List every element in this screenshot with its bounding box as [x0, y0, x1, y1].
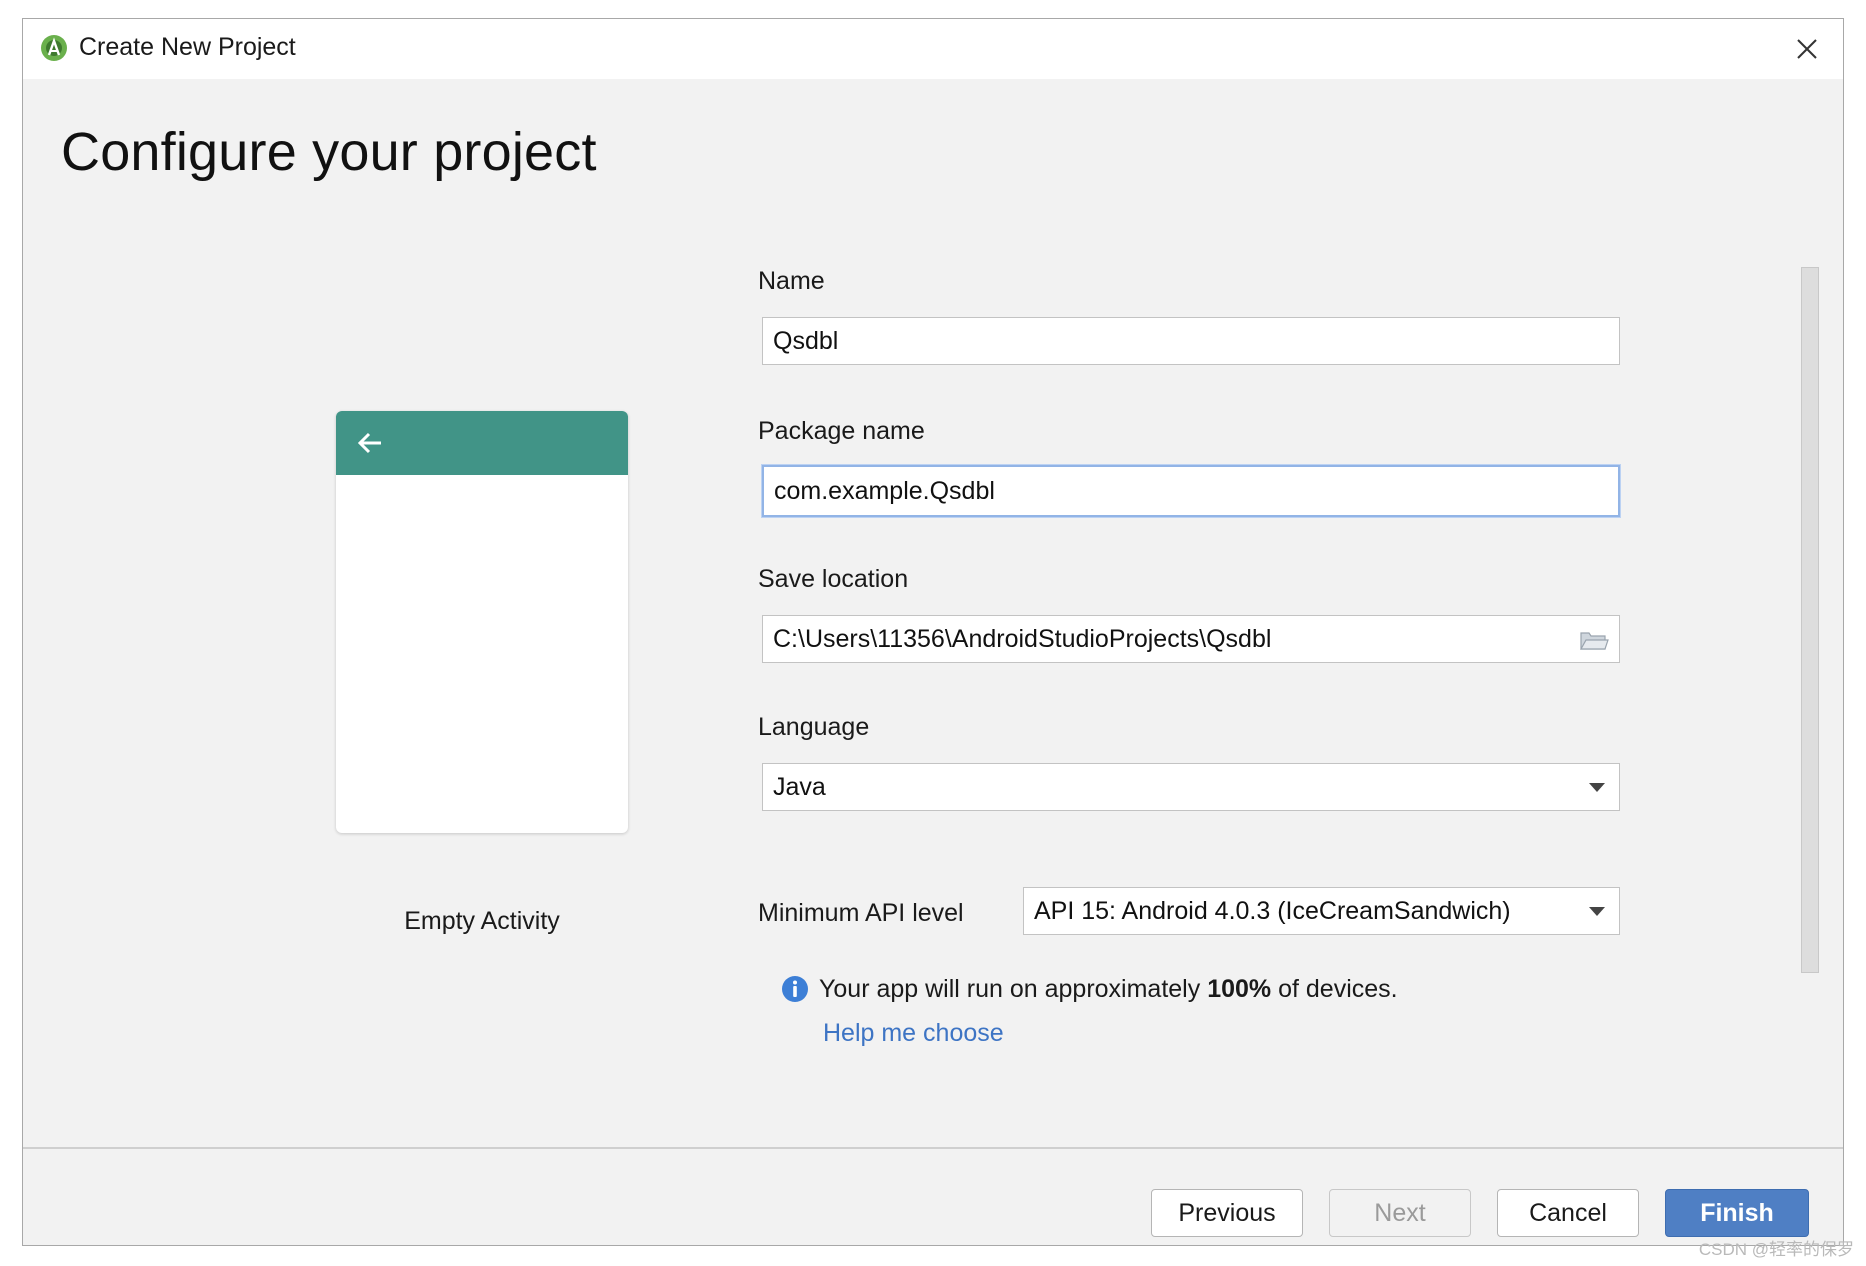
min-api-label: Minimum API level	[758, 899, 964, 927]
back-arrow-icon	[357, 432, 381, 454]
activity-preview	[336, 411, 628, 833]
chevron-down-icon	[1589, 907, 1605, 916]
info-icon	[782, 976, 808, 1002]
name-label: Name	[758, 267, 825, 295]
page-title: Configure your project	[61, 122, 597, 182]
finish-button[interactable]: Finish	[1665, 1189, 1809, 1237]
close-icon[interactable]	[1787, 29, 1827, 69]
name-field[interactable]: Qsdbl	[762, 317, 1620, 365]
package-name-value: com.example.Qsdbl	[774, 476, 995, 505]
folder-icon[interactable]	[1579, 628, 1609, 652]
language-label: Language	[758, 713, 870, 741]
package-name-label: Package name	[758, 417, 925, 445]
title-bar: Create New Project	[23, 19, 1843, 79]
coverage-suffix: of devices.	[1271, 975, 1398, 1003]
coverage-prefix: Your app will run on approximately	[819, 975, 1208, 1003]
language-value: Java	[773, 772, 826, 801]
coverage-percent: 100%	[1207, 975, 1272, 1003]
android-studio-icon	[41, 35, 67, 61]
min-api-value: API 15: Android 4.0.3 (IceCreamSandwich)	[1034, 896, 1511, 925]
chevron-down-icon	[1589, 783, 1605, 792]
watermark: CSDN @轻率的保罗	[1698, 1240, 1854, 1259]
preview-app-bar	[336, 411, 628, 475]
activity-caption: Empty Activity	[404, 907, 560, 935]
device-coverage-text: Your app will run on approximately 100% …	[819, 975, 1398, 1004]
previous-button[interactable]: Previous	[1151, 1189, 1303, 1237]
create-project-dialog: Create New Project Configure your projec…	[22, 18, 1844, 1246]
save-location-value: C:\Users\11356\AndroidStudioProjects\Qsd…	[773, 624, 1272, 653]
name-value: Qsdbl	[773, 326, 839, 355]
next-button[interactable]: Next	[1329, 1189, 1471, 1237]
footer-divider	[23, 1147, 1843, 1149]
help-me-choose-link[interactable]: Help me choose	[823, 1019, 1004, 1048]
save-location-field[interactable]: C:\Users\11356\AndroidStudioProjects\Qsd…	[762, 615, 1620, 663]
save-location-label: Save location	[758, 565, 909, 593]
cancel-button[interactable]: Cancel	[1497, 1189, 1639, 1237]
package-name-field[interactable]: com.example.Qsdbl	[762, 465, 1620, 517]
min-api-select[interactable]: API 15: Android 4.0.3 (IceCreamSandwich)	[1023, 887, 1620, 935]
vertical-scrollbar[interactable]	[1801, 267, 1819, 973]
window-title: Create New Project	[79, 33, 296, 61]
language-select[interactable]: Java	[762, 763, 1620, 811]
